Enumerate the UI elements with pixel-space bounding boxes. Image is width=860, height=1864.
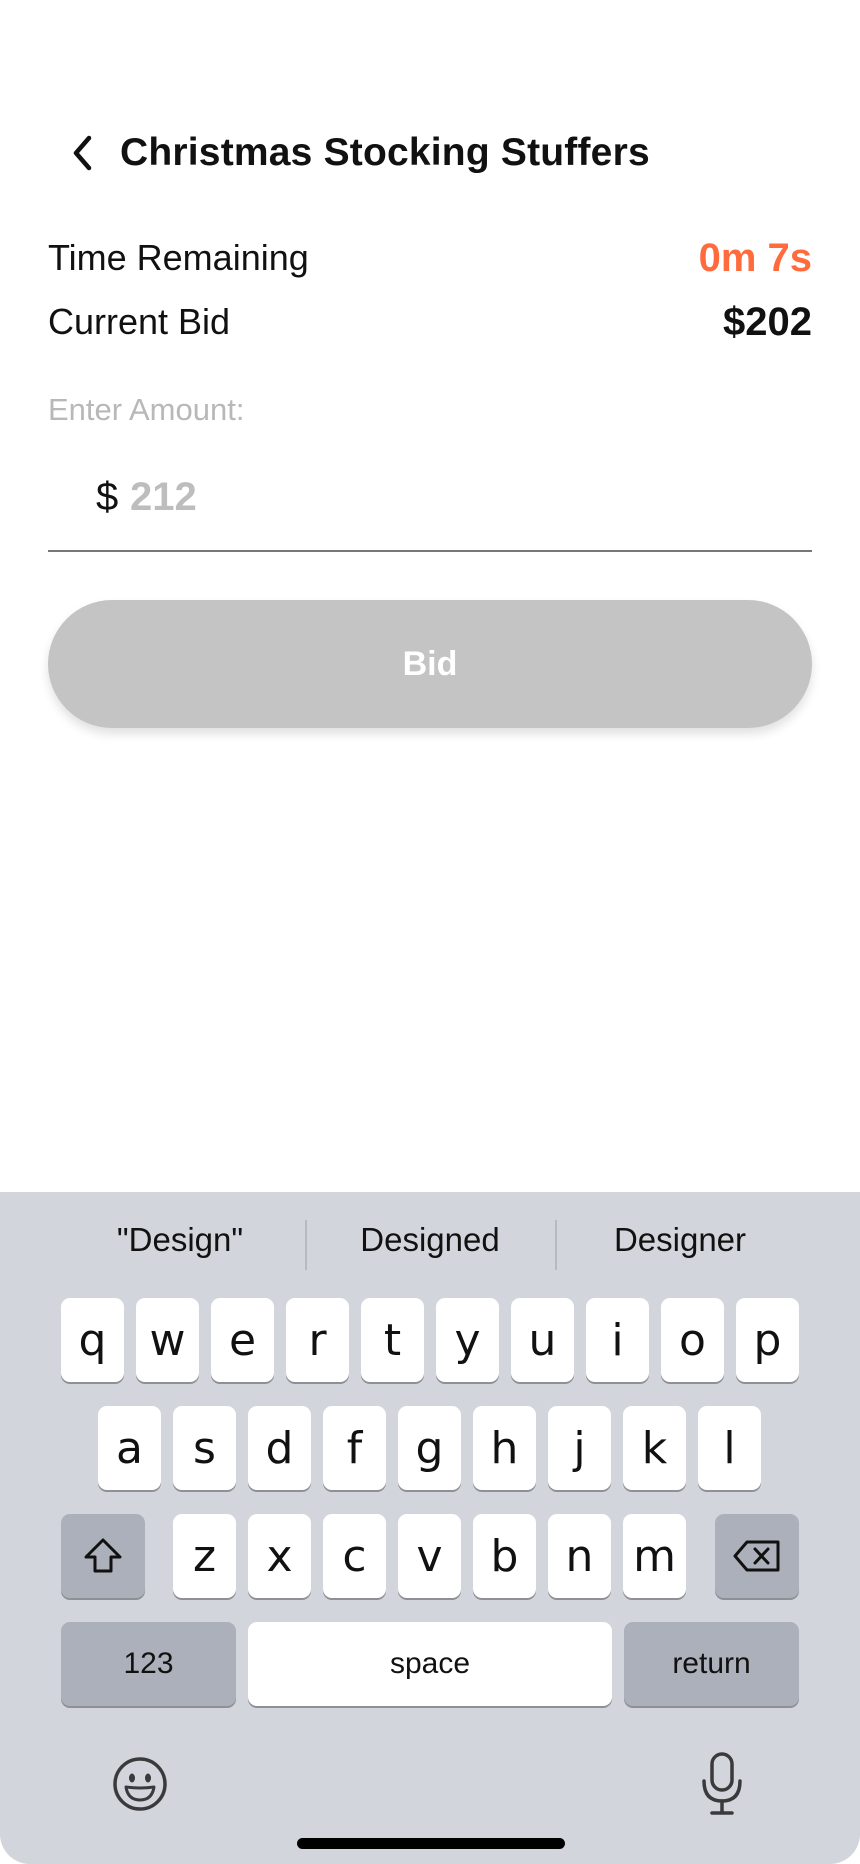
key-k[interactable]: k — [623, 1406, 686, 1490]
current-bid-row: Current Bid $202 — [48, 298, 812, 346]
key-g[interactable]: g — [398, 1406, 461, 1490]
emoji-button[interactable] — [108, 1752, 172, 1816]
suggestion-divider — [555, 1220, 557, 1270]
microphone-icon — [702, 1752, 742, 1815]
shift-icon — [84, 1538, 122, 1573]
key-a[interactable]: a — [98, 1406, 161, 1490]
time-remaining-row: Time Remaining 0m 7s — [48, 234, 812, 282]
key-h[interactable]: h — [473, 1406, 536, 1490]
key-y[interactable]: y — [436, 1298, 499, 1382]
key-s[interactable]: s — [173, 1406, 236, 1490]
home-indicator — [297, 1838, 565, 1849]
key-f[interactable]: f — [323, 1406, 386, 1490]
current-bid-label: Current Bid — [48, 301, 231, 342]
return-key[interactable]: return — [624, 1622, 799, 1706]
time-remaining-value: 0m 7s — [698, 236, 812, 280]
key-z[interactable]: z — [173, 1514, 236, 1598]
key-l[interactable]: l — [698, 1406, 761, 1490]
key-p[interactable]: p — [736, 1298, 799, 1382]
chevron-left-icon — [73, 135, 92, 171]
key-d[interactable]: d — [248, 1406, 311, 1490]
key-v[interactable]: v — [398, 1514, 461, 1598]
suggestion-item[interactable]: Designer — [560, 1212, 800, 1268]
key-b[interactable]: b — [473, 1514, 536, 1598]
current-bid-value: $202 — [723, 300, 812, 344]
bid-button[interactable]: Bid — [48, 600, 812, 728]
header: Christmas Stocking Stuffers — [0, 118, 860, 188]
key-e[interactable]: e — [211, 1298, 274, 1382]
key-i[interactable]: i — [586, 1298, 649, 1382]
suggestion-item[interactable]: Designed — [310, 1212, 550, 1268]
key-m[interactable]: m — [623, 1514, 686, 1598]
key-j[interactable]: j — [548, 1406, 611, 1490]
key-o[interactable]: o — [661, 1298, 724, 1382]
key-w[interactable]: w — [136, 1298, 199, 1382]
emoji-icon — [113, 1757, 167, 1811]
amount-input[interactable] — [130, 470, 730, 524]
suggestion-item[interactable]: "Design" — [60, 1212, 300, 1268]
currency-symbol: $ — [96, 475, 119, 519]
suggestion-bar: "Design" Designed Designer — [0, 1212, 860, 1270]
page-title: Christmas Stocking Stuffers — [120, 131, 650, 174]
time-remaining-label: Time Remaining — [48, 237, 309, 278]
key-c[interactable]: c — [323, 1514, 386, 1598]
suggestion-divider — [305, 1220, 307, 1270]
key-q[interactable]: q — [61, 1298, 124, 1382]
microphone-button[interactable] — [692, 1748, 752, 1820]
backspace-icon — [733, 1540, 780, 1572]
key-u[interactable]: u — [511, 1298, 574, 1382]
space-key[interactable]: space — [248, 1622, 612, 1706]
keyboard: "Design" Designed Designer q w e r t y u… — [0, 1192, 860, 1864]
amount-field[interactable]: $ — [48, 458, 812, 552]
enter-amount-label: Enter Amount: — [48, 392, 245, 427]
key-t[interactable]: t — [361, 1298, 424, 1382]
back-button[interactable] — [62, 130, 102, 176]
key-n[interactable]: n — [548, 1514, 611, 1598]
key-r[interactable]: r — [286, 1298, 349, 1382]
key-x[interactable]: x — [248, 1514, 311, 1598]
backspace-key[interactable] — [715, 1514, 799, 1598]
shift-key[interactable] — [61, 1514, 145, 1598]
numbers-key[interactable]: 123 — [61, 1622, 236, 1706]
